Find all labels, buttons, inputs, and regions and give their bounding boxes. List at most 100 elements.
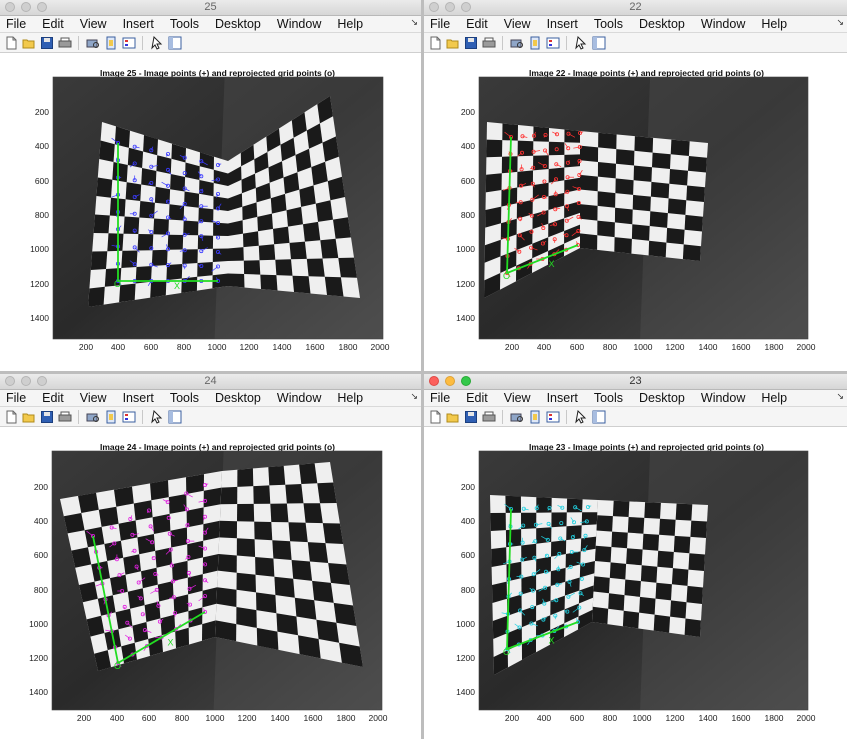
new-figure-icon[interactable] (3, 410, 18, 424)
minimize-window-button[interactable] (21, 2, 31, 12)
property-editor-icon[interactable] (167, 36, 182, 50)
open-file-icon[interactable] (21, 410, 36, 424)
window-titlebar[interactable]: 23 (424, 374, 847, 390)
zoom-window-button[interactable] (37, 376, 47, 386)
insert-legend-icon[interactable] (121, 410, 136, 424)
minimize-window-button[interactable] (21, 376, 31, 386)
x-tick-label: 400 (537, 342, 551, 352)
menu-view[interactable]: View (504, 391, 531, 405)
link-plot-icon[interactable] (103, 410, 118, 424)
zoom-window-button[interactable] (461, 2, 471, 12)
menu-help[interactable]: Help (761, 17, 787, 31)
menu-tools[interactable]: Tools (594, 391, 623, 405)
menu-insert[interactable]: Insert (123, 391, 154, 405)
menu-desktop[interactable]: Desktop (215, 391, 261, 405)
menu-window[interactable]: Window (277, 17, 321, 31)
figure-window-25[interactable]: 25 File Edit View Insert Tools Desktop Window He… (0, 0, 421, 371)
property-editor-icon[interactable] (167, 410, 182, 424)
menu-help[interactable]: Help (761, 391, 787, 405)
new-figure-icon[interactable] (427, 410, 442, 424)
toolbar-overflow-icon[interactable]: ↘ (410, 391, 418, 402)
print-icon[interactable] (481, 410, 496, 424)
y-tick-label: 400 (35, 141, 49, 151)
menu-tools[interactable]: Tools (594, 17, 623, 31)
print-preview-icon[interactable] (509, 36, 524, 50)
menu-desktop[interactable]: Desktop (215, 17, 261, 31)
menu-desktop[interactable]: Desktop (639, 17, 685, 31)
close-window-button[interactable] (5, 376, 15, 386)
pointer-icon[interactable] (573, 35, 588, 50)
close-window-button[interactable] (5, 2, 15, 12)
property-editor-icon[interactable] (591, 410, 606, 424)
menu-help[interactable]: Help (337, 17, 363, 31)
menu-edit[interactable]: Edit (42, 391, 64, 405)
toolbar-overflow-icon[interactable]: ↘ (410, 17, 418, 28)
y-tick-label: 800 (461, 585, 475, 595)
menu-desktop[interactable]: Desktop (639, 391, 685, 405)
close-window-button[interactable] (429, 2, 439, 12)
figure-window-23[interactable]: 23 File Edit View Insert Tools Desktop Window He… (424, 374, 847, 739)
figure-toolbar (424, 33, 847, 53)
figure-window-24[interactable]: 24 File Edit View Insert Tools Desktop Window He… (0, 374, 421, 739)
menu-window[interactable]: Window (277, 391, 321, 405)
menu-view[interactable]: View (80, 391, 107, 405)
menu-file[interactable]: File (430, 391, 450, 405)
menu-view[interactable]: View (504, 17, 531, 31)
minimize-window-button[interactable] (445, 2, 455, 12)
property-editor-icon[interactable] (591, 36, 606, 50)
menu-window[interactable]: Window (701, 17, 745, 31)
menu-insert[interactable]: Insert (547, 17, 578, 31)
toolbar-separator (502, 409, 503, 424)
open-file-icon[interactable] (445, 410, 460, 424)
print-preview-icon[interactable] (509, 410, 524, 424)
close-window-button[interactable] (429, 376, 439, 386)
print-icon[interactable] (57, 36, 72, 50)
menu-file[interactable]: File (430, 17, 450, 31)
save-icon[interactable] (39, 36, 54, 50)
toolbar-overflow-icon[interactable]: ↘ (836, 391, 844, 402)
menu-edit[interactable]: Edit (466, 391, 488, 405)
zoom-window-button[interactable] (37, 2, 47, 12)
menu-edit[interactable]: Edit (466, 17, 488, 31)
menu-file[interactable]: File (6, 17, 26, 31)
menu-file[interactable]: File (6, 391, 26, 405)
window-titlebar[interactable]: 22 (424, 0, 847, 16)
insert-legend-icon[interactable] (545, 36, 560, 50)
window-titlebar[interactable]: 24 (0, 374, 421, 390)
save-icon[interactable] (463, 36, 478, 50)
menu-tools[interactable]: Tools (170, 391, 199, 405)
minimize-window-button[interactable] (445, 376, 455, 386)
new-figure-icon[interactable] (427, 36, 442, 50)
menu-help[interactable]: Help (337, 391, 363, 405)
x-tick-label: 1600 (304, 713, 323, 723)
toolbar-overflow-icon[interactable]: ↘ (836, 17, 844, 28)
x-tick-label: 2000 (797, 342, 816, 352)
menu-tools[interactable]: Tools (170, 17, 199, 31)
print-preview-icon[interactable] (85, 410, 100, 424)
save-icon[interactable] (463, 410, 478, 424)
figure-window-22[interactable]: 22 File Edit View Insert Tools Desktop Window He… (424, 0, 847, 371)
new-figure-icon[interactable] (3, 36, 18, 50)
print-icon[interactable] (57, 410, 72, 424)
menu-insert[interactable]: Insert (123, 17, 154, 31)
pointer-icon[interactable] (573, 409, 588, 424)
menu-insert[interactable]: Insert (547, 391, 578, 405)
save-icon[interactable] (39, 410, 54, 424)
menu-view[interactable]: View (80, 17, 107, 31)
menu-window[interactable]: Window (701, 391, 745, 405)
print-icon[interactable] (481, 36, 496, 50)
open-file-icon[interactable] (21, 36, 36, 50)
print-preview-icon[interactable] (85, 36, 100, 50)
menu-edit[interactable]: Edit (42, 17, 64, 31)
pointer-icon[interactable] (149, 35, 164, 50)
link-plot-icon[interactable] (103, 36, 118, 50)
link-plot-icon[interactable] (527, 410, 542, 424)
open-file-icon[interactable] (445, 36, 460, 50)
zoom-window-button[interactable] (461, 376, 471, 386)
insert-legend-icon[interactable] (545, 410, 560, 424)
y-tick-label: 1400 (30, 313, 49, 323)
link-plot-icon[interactable] (527, 36, 542, 50)
pointer-icon[interactable] (149, 409, 164, 424)
insert-legend-icon[interactable] (121, 36, 136, 50)
window-titlebar[interactable]: 25 (0, 0, 421, 16)
